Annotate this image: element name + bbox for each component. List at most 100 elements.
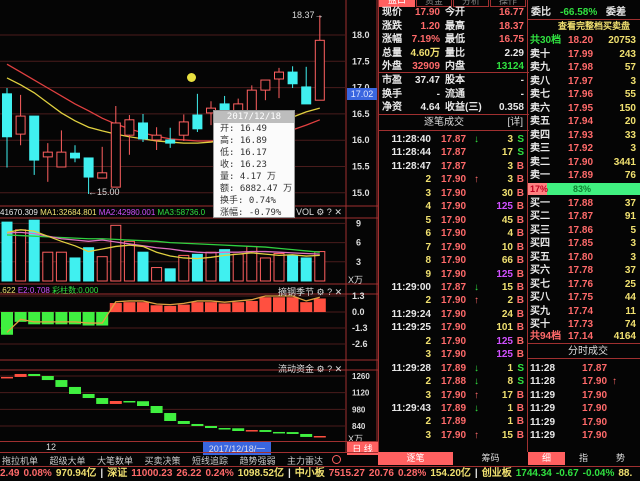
flow-bar (259, 430, 272, 432)
volume-bar (300, 257, 312, 282)
tick-side: B (516, 268, 524, 280)
macd-indicator-name[interactable]: 摘钢季节 (278, 287, 314, 297)
tick-time: 2 (425, 416, 431, 428)
macd-axis-label: 0.0 (352, 307, 365, 317)
quote-value: - (520, 88, 524, 100)
macd-bar (218, 303, 231, 312)
close-icon[interactable]: ✕ (334, 207, 342, 217)
flow-indicator-name[interactable]: 流动资金 (278, 364, 314, 374)
tick-price: 17.90 (441, 349, 467, 361)
volume-bar (151, 267, 163, 282)
flow-bar (205, 426, 217, 429)
volume-bar (123, 240, 135, 282)
minute-price: 17.90 (582, 403, 608, 415)
status-item: 0.24% (205, 468, 234, 479)
help-icon[interactable]: ? (327, 287, 332, 297)
flow-bar (300, 433, 313, 437)
tab-right-1[interactable]: 指 (565, 452, 602, 465)
tick-volume: 8 (507, 376, 513, 388)
book-price: 17.14 (568, 331, 594, 342)
tick-volume: 3 (507, 160, 513, 172)
book-volume: 55 (624, 89, 636, 100)
status-item: 2.49 (0, 468, 20, 479)
vol-controls: VOL ⚙ ? ✕ (296, 207, 342, 218)
book-level-label: 卖二 (530, 156, 550, 168)
book-level-label: 卖六 (530, 102, 550, 114)
tick-time: 11:29:00 (391, 281, 431, 293)
book-price: 17.88 (568, 197, 594, 209)
book-level-label: 卖四 (530, 129, 550, 141)
status-item: 0.08% (23, 468, 52, 479)
quote-label: 涨幅 (382, 34, 402, 45)
book-price: 18.20 (568, 35, 594, 46)
book-price: 17.90 (568, 156, 594, 168)
volume-bar (15, 229, 27, 282)
quote-value: 2.29 (504, 47, 524, 59)
macd-bar (191, 302, 204, 312)
gear-icon[interactable]: ⚙ (317, 364, 325, 374)
more-tabs-icon[interactable] (332, 455, 341, 464)
book-volume: 3 (630, 143, 636, 154)
flow-bar (1, 376, 13, 379)
book-price: 17.75 (568, 292, 594, 303)
status-item: -0.04% (582, 468, 615, 479)
quote-value: 16.75 (498, 34, 524, 45)
tab-right-2[interactable]: 势 (602, 452, 639, 465)
book-price: 17.99 (568, 48, 594, 60)
book-price: 17.97 (568, 75, 594, 87)
divider (379, 72, 529, 73)
gear-icon[interactable]: ⚙ (316, 207, 324, 217)
ask-strength: 83% (573, 184, 592, 194)
status-divider: | (287, 468, 291, 479)
book-price: 17.78 (568, 265, 594, 276)
tick-time: 11:28:44 (391, 147, 431, 159)
help-icon[interactable]: ? (327, 207, 332, 217)
full-book-link[interactable]: 查看完整档买卖盘 (558, 20, 630, 33)
close-icon[interactable]: ✕ (335, 364, 343, 374)
tick-side: B (516, 201, 524, 213)
book-level-label: 卖五 (530, 116, 550, 127)
tick-volume: 3 (507, 174, 513, 186)
help-icon[interactable]: ? (327, 364, 332, 374)
tick-price: 17.88 (441, 376, 467, 388)
tick-volume: 10 (501, 241, 513, 253)
candle (246, 89, 257, 113)
status-item: 970.94亿 (55, 468, 97, 479)
tick-side: B (516, 295, 524, 307)
vol-indicator-name[interactable]: VOL (296, 207, 314, 217)
tab-right-0[interactable]: 细 (528, 452, 565, 465)
tick-time: 11:29:25 (391, 322, 431, 334)
quote-label: 换手 (382, 88, 402, 100)
status-item: 创业板 (481, 468, 512, 479)
flow-bar (82, 393, 95, 399)
flow-bar (286, 432, 299, 434)
volume-bar (164, 268, 176, 282)
candle (15, 115, 26, 135)
flow-bar (41, 376, 54, 381)
tick-time: 3 (425, 389, 431, 401)
chart-area[interactable]: 18.017.517.016.516.015.515.09631.30.0-1.… (0, 0, 378, 452)
tick-volume: 1 (507, 403, 513, 414)
gear-icon[interactable]: ⚙ (317, 287, 325, 297)
minute-time: 11:29 (530, 430, 556, 441)
tab-ticks[interactable]: 逐笔 (378, 452, 453, 465)
vol-ma2: MA2:42980.001 (98, 208, 156, 217)
tick-volume: 4 (507, 228, 513, 240)
tick-price: 17.90 (441, 228, 467, 240)
book-volume: 3 (630, 238, 636, 249)
tab-chips[interactable]: 筹码 (453, 452, 528, 465)
book-volume: 57 (624, 62, 636, 73)
book-volume: 3441 (613, 156, 636, 168)
flow-bar (313, 436, 326, 438)
flow-bar (28, 373, 41, 376)
book-price: 17.80 (568, 251, 594, 263)
macd-bar (150, 305, 163, 312)
tick-volume: 125 (496, 201, 513, 213)
tick-volume: 15 (501, 281, 513, 293)
divider (379, 114, 529, 115)
ticks-detail-link[interactable]: [详] (507, 116, 523, 129)
flow-bar (150, 406, 163, 414)
tick-price: 17.90 (441, 389, 467, 401)
tick-volume: 125 (496, 268, 513, 280)
close-icon[interactable]: ✕ (335, 287, 343, 297)
